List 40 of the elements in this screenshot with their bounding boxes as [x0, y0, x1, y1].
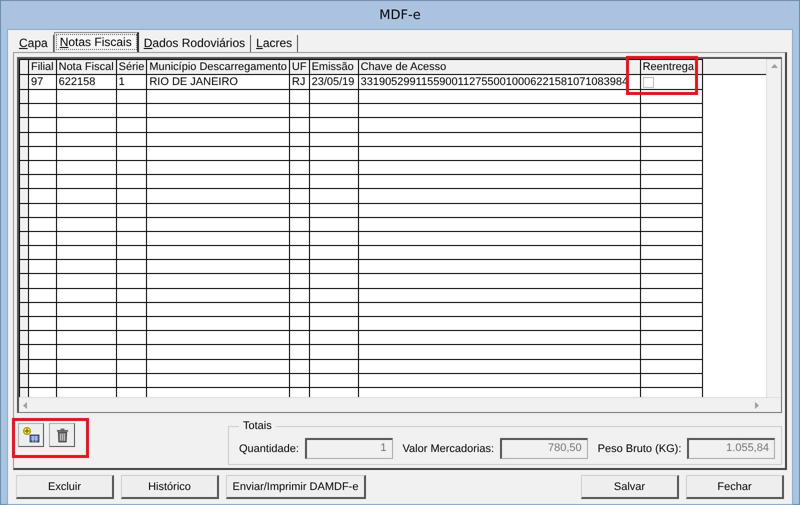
scroll-left-icon[interactable]	[23, 402, 27, 408]
column-header[interactable]: Chave de Acesso	[358, 60, 640, 74]
delete-button[interactable]	[49, 423, 75, 447]
field-label: Peso Bruto (KG):	[598, 442, 682, 454]
table-cell: 97	[28, 74, 56, 90]
field-label: Quantidade:	[239, 442, 299, 454]
table-cell: 23/05/19	[309, 74, 358, 90]
column-header[interactable]: Reentrega	[640, 60, 702, 74]
readonly-field: 780,50	[500, 438, 588, 459]
column-header[interactable]: Nota Fiscal	[56, 60, 116, 74]
table-cell: 1	[116, 74, 147, 90]
readonly-field: 1	[304, 438, 393, 459]
window-title: MDF-e	[378, 7, 422, 25]
checkbox[interactable]	[642, 76, 654, 88]
horizontal-scrollbar[interactable]	[19, 397, 781, 412]
table-cell: 33190529911559001127550010006221581071083984	[358, 74, 640, 90]
group-title: Totais	[242, 420, 273, 432]
column-header[interactable]: Município Descarregamento	[146, 60, 290, 74]
column-header[interactable]: Emissão	[309, 60, 358, 74]
action-button[interactable]: Salvar	[581, 475, 679, 499]
scroll-right-icon[interactable]	[755, 402, 759, 408]
add-button[interactable]	[18, 423, 44, 447]
highlight-frame	[626, 56, 698, 95]
column-header[interactable]: Filial	[28, 60, 56, 74]
scroll-up-icon[interactable]	[770, 64, 778, 68]
tab[interactable]: Notas Fiscais	[54, 32, 139, 52]
field-label: Valor Mercadorias:	[402, 442, 494, 454]
vertical-scrollbar[interactable]	[766, 59, 781, 397]
add-row-icon	[22, 426, 40, 444]
action-button[interactable]: Histórico	[121, 475, 219, 499]
action-button[interactable]: Excluir	[16, 475, 114, 499]
table-cell: 622158	[56, 74, 116, 90]
table-cell: RIO DE JANEIRO	[146, 74, 290, 90]
table-cell: RJ	[289, 74, 310, 90]
readonly-field: 1.055,84	[687, 438, 775, 459]
column-header[interactable]: UF	[289, 60, 310, 74]
column-header[interactable]: Série	[116, 60, 147, 74]
action-button[interactable]: Enviar/Imprimir DAMDF-e	[226, 475, 366, 499]
trash-icon	[56, 428, 68, 442]
action-button[interactable]: Fechar	[686, 475, 784, 499]
